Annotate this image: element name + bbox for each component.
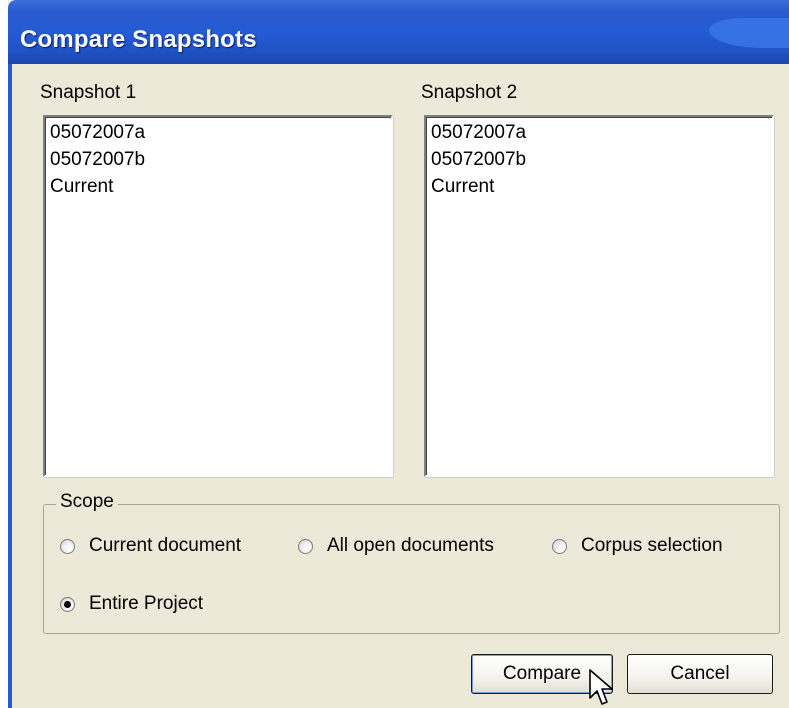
radio-entire-project[interactable]: Entire Project (60, 593, 203, 615)
radio-label: Entire Project (89, 593, 204, 614)
snapshot-1-label: Snapshot 1 (40, 82, 137, 103)
snapshot-2-listbox[interactable]: 05072007a 05072007b Current (424, 115, 774, 477)
compare-button[interactable]: Compare (471, 654, 613, 694)
title-bar[interactable]: Compare Snapshots (8, 0, 789, 64)
snapshot-2-item[interactable]: 05072007b (426, 146, 772, 173)
radio-label: All open documents (327, 535, 494, 556)
scope-groupbox: Scope Current document All open document… (43, 491, 780, 634)
radio-button-icon[interactable] (298, 538, 313, 554)
scope-label: Scope (56, 491, 118, 513)
window-frame-left (8, 64, 12, 708)
snapshot-2-item[interactable]: 05072007a (426, 119, 772, 146)
radio-current-document[interactable]: Current document (60, 535, 241, 557)
radio-button-checked-icon[interactable] (60, 596, 75, 612)
radio-button-icon[interactable] (552, 538, 567, 554)
dialog-title: Compare Snapshots (20, 26, 257, 53)
radio-corpus-selection[interactable]: Corpus selection (552, 535, 723, 557)
snapshot-1-item[interactable]: Current (45, 173, 391, 200)
snapshot-1-item[interactable]: 05072007b (45, 146, 391, 173)
snapshot-2-label: Snapshot 2 (421, 82, 518, 103)
snapshot-2-item[interactable]: Current (426, 173, 772, 200)
compare-snapshots-dialog: Compare Snapshots Snapshot 1 05072007a 0… (8, 0, 789, 708)
cancel-button[interactable]: Cancel (627, 654, 773, 694)
snapshot-1-item[interactable]: 05072007a (45, 119, 391, 146)
radio-label: Current document (89, 535, 242, 556)
snapshot-1-listbox[interactable]: 05072007a 05072007b Current (43, 115, 393, 477)
radio-button-icon[interactable] (60, 538, 75, 554)
radio-all-open-documents[interactable]: All open documents (298, 535, 494, 557)
radio-label: Corpus selection (581, 535, 723, 556)
